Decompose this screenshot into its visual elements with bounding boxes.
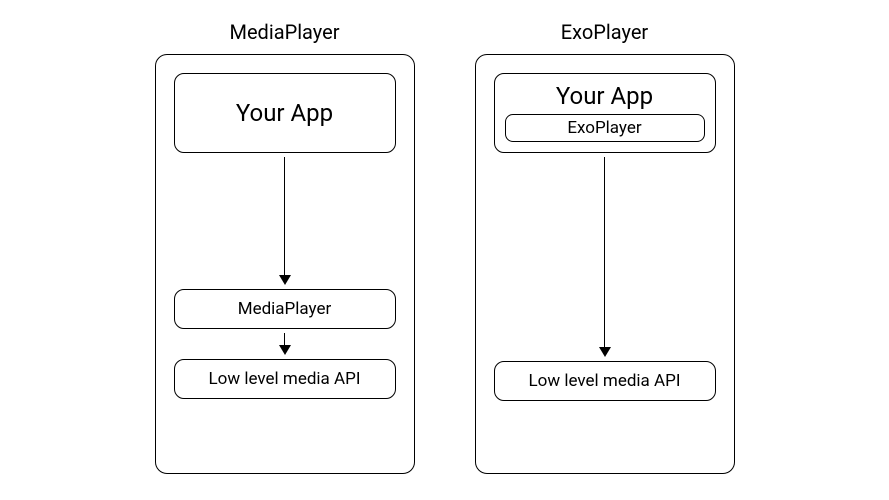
exoplayer-inner-box: ExoPlayer — [505, 114, 705, 142]
mediaplayer-column: MediaPlayer Your App MediaPlayer Low lev… — [155, 20, 415, 474]
low-level-api-box-left: Low level media API — [174, 359, 396, 399]
exoplayer-column: ExoPlayer Your App ExoPlayer Low level m… — [475, 20, 735, 474]
mediaplayer-label: MediaPlayer — [238, 299, 332, 319]
mediaplayer-outer-box: Your App MediaPlayer Low level media API — [155, 54, 415, 474]
exoplayer-title: ExoPlayer — [561, 20, 648, 44]
arrow-icon — [279, 157, 291, 285]
exoplayer-inner-label: ExoPlayer — [567, 118, 641, 138]
your-app-box-left: Your App — [174, 73, 396, 153]
arrow-icon — [599, 157, 611, 357]
mediaplayer-title: MediaPlayer — [229, 20, 339, 44]
mediaplayer-box: MediaPlayer — [174, 289, 396, 329]
your-app-label-right: Your App — [556, 82, 653, 110]
exoplayer-outer-box: Your App ExoPlayer Low level media API — [475, 54, 735, 474]
arrow-icon — [279, 333, 291, 355]
your-app-label-left: Your App — [236, 99, 333, 127]
low-level-api-box-right: Low level media API — [494, 361, 716, 401]
low-level-api-label-right: Low level media API — [529, 371, 681, 391]
your-app-box-right: Your App ExoPlayer — [494, 73, 716, 153]
low-level-api-label-left: Low level media API — [209, 369, 361, 389]
